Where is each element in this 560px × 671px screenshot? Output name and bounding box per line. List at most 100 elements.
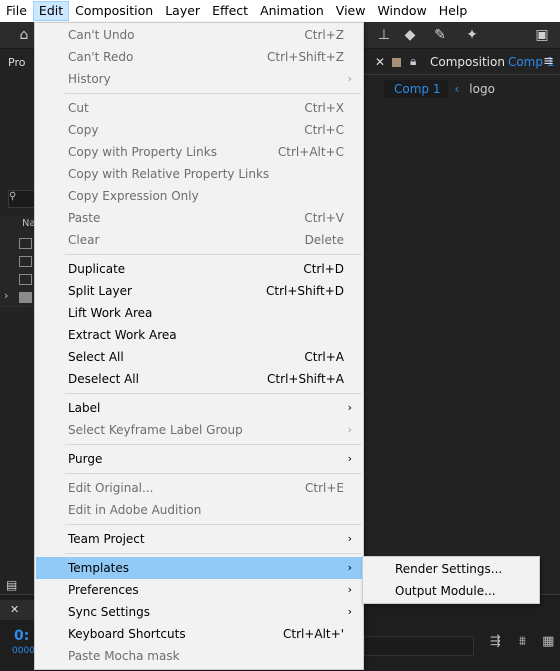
menu-item-can-t-undo[interactable]: Can't Undo Ctrl+Z xyxy=(36,24,362,46)
menu-item-sync-settings[interactable]: Sync Settings › xyxy=(36,601,362,623)
menu-item-select-keyframe-label-group[interactable]: Select Keyframe Label Group › xyxy=(36,419,362,441)
menu-item-can-t-redo[interactable]: Can't Redo Ctrl+Shift+Z xyxy=(36,46,362,68)
submenu-item-label: Output Module... xyxy=(395,584,496,598)
timecode-display[interactable]: 0: xyxy=(14,628,29,644)
menu-item-lift-work-area[interactable]: Lift Work Area xyxy=(36,302,362,324)
menu-item-label: Lift Work Area xyxy=(68,306,153,320)
timeline-switches: ⇶ ⩩ ▦ xyxy=(490,634,554,649)
menu-item-label: Sync Settings xyxy=(68,605,150,619)
submenu-item-label: Render Settings... xyxy=(395,562,503,576)
menu-item-label: Clear xyxy=(68,233,100,247)
submenu-item-output-module[interactable]: Output Module... xyxy=(364,580,538,602)
submenu-item-render-settings[interactable]: Render Settings... xyxy=(364,558,538,580)
menu-item-extract-work-area[interactable]: Extract Work Area xyxy=(36,324,362,346)
menu-item-label: Copy Expression Only xyxy=(68,189,199,203)
project-panel xyxy=(0,49,33,605)
menu-edit[interactable]: Edit xyxy=(32,1,70,21)
menu-item-edit-in-adobe-audition[interactable]: Edit in Adobe Audition xyxy=(36,499,362,521)
project-item[interactable] xyxy=(0,270,33,289)
menu-item-split-layer[interactable]: Split Layer Ctrl+Shift+D xyxy=(36,280,362,302)
composition-panel-title[interactable]: Composition Comp 1 xyxy=(430,55,554,69)
menu-item-label: Split Layer xyxy=(68,284,132,298)
menu-item-deselect-all[interactable]: Deselect All Ctrl+Shift+A xyxy=(36,368,362,390)
project-folder[interactable]: › xyxy=(0,288,33,307)
composition-icon xyxy=(19,238,32,249)
menu-item-cut[interactable]: Cut Ctrl+X xyxy=(36,97,362,119)
menu-layer[interactable]: Layer xyxy=(159,1,206,21)
menu-item-keyboard-shortcuts[interactable]: Keyboard Shortcuts Ctrl+Alt+' xyxy=(36,623,362,645)
menu-item-shortcut: Ctrl+Z xyxy=(304,28,344,42)
project-item[interactable] xyxy=(0,234,33,253)
close-panel-icon[interactable]: ✕ xyxy=(375,55,385,69)
frame-blending-icon[interactable]: ▦ xyxy=(542,634,554,649)
menu-separator xyxy=(65,444,361,445)
menu-item-preferences[interactable]: Preferences › xyxy=(36,579,362,601)
menu-item-paste[interactable]: Paste Ctrl+V xyxy=(36,207,362,229)
menu-item-shortcut: Ctrl+E xyxy=(305,481,344,495)
composition-icon xyxy=(19,256,32,267)
workspace-icon[interactable]: ▣ xyxy=(532,25,552,45)
project-search-field[interactable]: ⚲ xyxy=(8,190,35,208)
menu-view[interactable]: View xyxy=(330,1,372,21)
shy-layers-icon[interactable]: ⩩ xyxy=(519,634,526,649)
search-icon: ⚲ xyxy=(9,191,17,202)
menu-effect[interactable]: Effect xyxy=(206,1,254,21)
menu-separator xyxy=(65,524,361,525)
menu-item-team-project[interactable]: Team Project › xyxy=(36,528,362,550)
menu-item-duplicate[interactable]: Duplicate Ctrl+D xyxy=(36,258,362,280)
menu-separator xyxy=(65,93,361,94)
menu-item-copy-with-property-links[interactable]: Copy with Property Links Ctrl+Alt+C xyxy=(36,141,362,163)
flowchart-icon[interactable]: ⇶ xyxy=(490,634,501,649)
stamp-icon[interactable]: ⊥ xyxy=(374,25,394,45)
menu-item-label[interactable]: Label › xyxy=(36,397,362,419)
menu-item-label: Templates xyxy=(68,561,130,575)
close-tab-icon[interactable]: ✕ xyxy=(10,603,19,616)
folder-icon xyxy=(19,292,32,303)
menu-item-copy-expression-only[interactable]: Copy Expression Only xyxy=(36,185,362,207)
panel-menu-icon[interactable]: ≡ xyxy=(543,54,554,69)
project-item[interactable] xyxy=(0,252,33,271)
menu-item-label: Can't Redo xyxy=(68,50,134,64)
menu-item-copy[interactable]: Copy Ctrl+C xyxy=(36,119,362,141)
menu-item-label: Deselect All xyxy=(68,372,139,386)
templates-submenu: Render Settings... Output Module... xyxy=(362,556,540,604)
menu-window[interactable]: Window xyxy=(371,1,432,21)
menu-item-label: Preferences xyxy=(68,583,139,597)
menu-item-shortcut: Ctrl+Alt+' xyxy=(282,627,344,641)
menu-item-clear[interactable]: Clear Delete xyxy=(36,229,362,251)
menu-item-shortcut: Ctrl+Shift+D xyxy=(266,284,344,298)
menu-file[interactable]: File xyxy=(0,1,33,21)
menu-item-label: Label xyxy=(68,401,101,415)
eraser-icon[interactable]: ◆ xyxy=(400,25,420,45)
breadcrumb-next-comp[interactable]: logo xyxy=(469,82,495,96)
menu-separator xyxy=(65,254,361,255)
menu-item-label: Copy xyxy=(68,123,99,137)
menu-animation[interactable]: Animation xyxy=(254,1,330,21)
menu-item-purge[interactable]: Purge › xyxy=(36,448,362,470)
home-icon[interactable]: ⌂ xyxy=(14,25,34,45)
menu-item-copy-with-relative-property-links[interactable]: Copy with Relative Property Links xyxy=(36,163,362,185)
menu-item-label: Team Project xyxy=(68,532,145,546)
menu-item-label: Edit Original... xyxy=(68,481,154,495)
menu-item-label: Can't Undo xyxy=(68,28,135,42)
project-tab[interactable]: Pro xyxy=(8,56,25,69)
file-icon xyxy=(19,274,32,285)
breadcrumb-active-comp[interactable]: Comp 1 xyxy=(384,80,449,98)
menu-item-history[interactable]: History › xyxy=(36,68,362,90)
timeline-search-field[interactable] xyxy=(364,636,474,656)
menu-item-templates[interactable]: Templates › xyxy=(36,557,362,579)
expand-arrow-icon[interactable]: › xyxy=(4,289,8,302)
label-color-swatch xyxy=(392,58,401,67)
menu-item-edit-original[interactable]: Edit Original... Ctrl+E xyxy=(36,477,362,499)
menu-help[interactable]: Help xyxy=(433,1,474,21)
render-queue-icon[interactable]: ▤ xyxy=(6,578,17,592)
menu-item-paste-mocha-mask[interactable]: Paste Mocha mask xyxy=(36,645,362,667)
roto-brush-icon[interactable]: ✎ xyxy=(430,25,450,45)
puppet-pin-icon[interactable]: ✦ xyxy=(462,25,482,45)
menu-composition[interactable]: Composition xyxy=(69,1,159,21)
timeline-tab[interactable]: ✕ xyxy=(0,600,35,620)
menu-separator xyxy=(65,473,361,474)
menu-item-select-all[interactable]: Select All Ctrl+A xyxy=(36,346,362,368)
lock-icon[interactable]: 🔒︎ xyxy=(410,54,416,69)
menu-item-shortcut: Ctrl+A xyxy=(304,350,344,364)
